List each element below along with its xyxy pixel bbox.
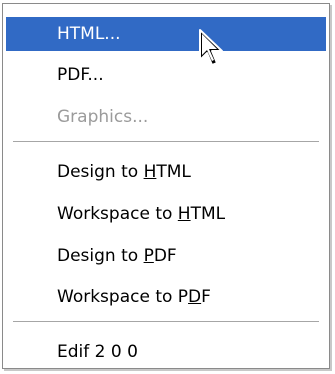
menu-item-label: HTML... [57,24,121,44]
menu-item-workspace-to-html[interactable]: Workspace to HTML [6,197,326,231]
mnemonic: D [188,287,202,307]
mnemonic: H [143,162,157,182]
menu-item-workspace-to-pdf[interactable]: Workspace to PDF [6,280,326,314]
menu-item-label: PDF... [57,65,104,85]
arrow-pointer-icon [199,29,223,66]
menu-item-pdf[interactable]: PDF... [6,58,326,92]
menu-item-label: Edif 2 0 0 [57,342,138,362]
menu-item-design-to-html[interactable]: Design to HTML [6,155,326,189]
menu-item-edif-2-0-0[interactable]: Edif 2 0 0 [6,335,326,369]
mnemonic: P [143,246,154,266]
menu-item-graphics: Graphics... [6,100,326,134]
mnemonic: H [177,204,191,224]
context-menu: HTML... PDF... Graphics... Design to HTM… [2,3,330,369]
menu-item-label: Graphics... [57,107,149,127]
menu-separator [13,141,319,143]
menu-item-html[interactable]: HTML... [6,17,326,51]
menu-separator [13,321,319,323]
menu-item-design-to-pdf[interactable]: Design to PDF [6,239,326,273]
